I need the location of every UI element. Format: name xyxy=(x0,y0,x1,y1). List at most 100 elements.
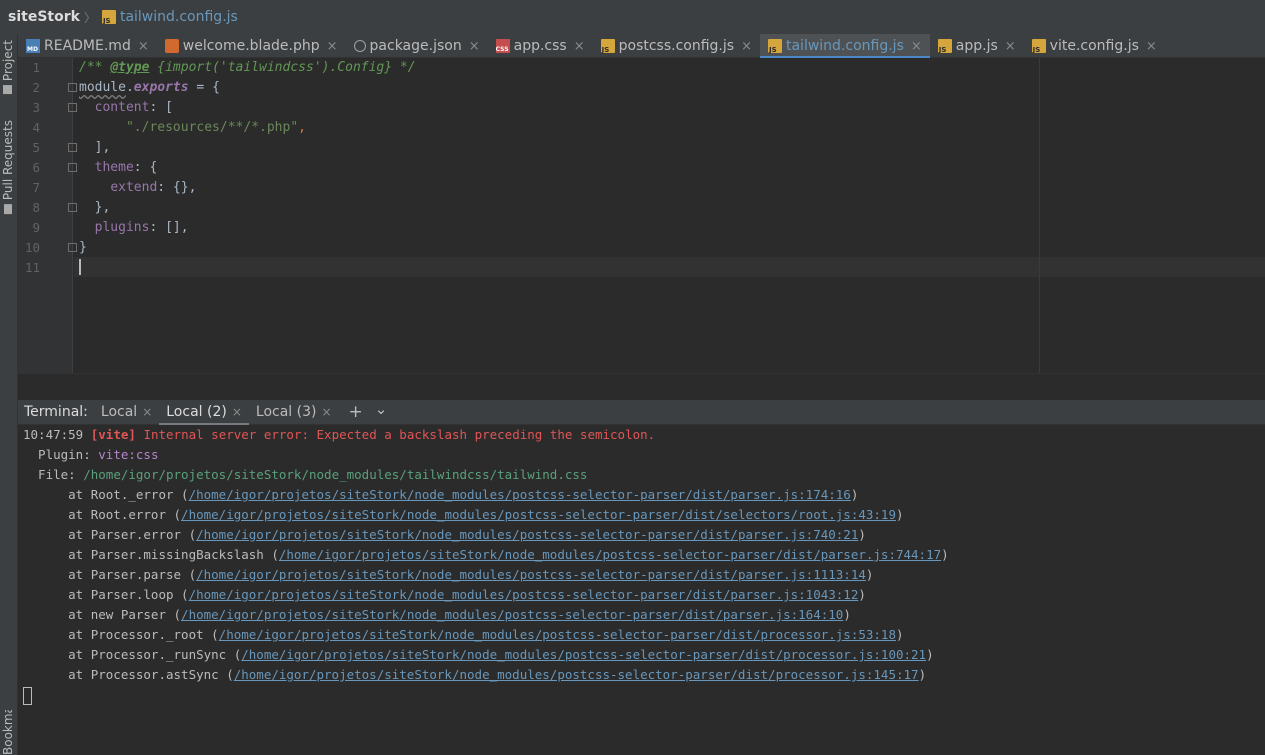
close-icon[interactable]: × xyxy=(911,39,922,54)
add-terminal-button[interactable]: + xyxy=(349,402,363,422)
project-tool-button[interactable]: Project xyxy=(1,40,15,95)
tab-label: package.json xyxy=(369,38,462,54)
breadcrumb-file[interactable]: tailwind.config.js xyxy=(120,9,238,25)
tab-label: postcss.config.js xyxy=(618,38,735,54)
fold-marker-icon[interactable] xyxy=(68,83,77,92)
tab-label: tailwind.config.js xyxy=(785,38,904,54)
code-line: ], xyxy=(94,140,111,155)
pull-request-icon xyxy=(4,204,12,215)
file-link[interactable]: /home/igor/projetos/siteStork/node_modul… xyxy=(279,547,941,562)
file-link[interactable]: /home/igor/projetos/siteStork/node_modul… xyxy=(234,667,919,682)
close-icon[interactable]: × xyxy=(469,39,480,54)
code-line: module.exports = { xyxy=(79,80,220,95)
terminal-line: File: /home/igor/projetos/siteStork/node… xyxy=(23,467,588,482)
line-number: 10 xyxy=(24,240,40,255)
line-number: 1 xyxy=(32,60,40,75)
file-link[interactable]: /home/igor/projetos/siteStork/node_modul… xyxy=(181,507,896,522)
stack-frame: at Processor._runSync (/home/igor/projet… xyxy=(23,647,934,662)
line-number: 5 xyxy=(32,140,40,155)
terminal-output[interactable]: 10:47:59 [vite] Internal server error: E… xyxy=(18,425,1265,755)
breadcrumb-project[interactable]: siteStork xyxy=(8,9,80,25)
folder-icon xyxy=(3,85,13,95)
file-link[interactable]: /home/igor/projetos/siteStork/node_modul… xyxy=(196,567,866,582)
fold-marker-icon[interactable] xyxy=(68,103,77,112)
file-link[interactable]: /home/igor/projetos/siteStork/node_modul… xyxy=(189,487,851,502)
terminal-tab-label: Local (2) xyxy=(166,404,227,420)
line-number: 7 xyxy=(32,180,40,195)
stack-frame: at new Parser (/home/igor/projetos/siteS… xyxy=(23,607,851,622)
file-link[interactable]: /home/igor/projetos/siteStork/node_modul… xyxy=(219,627,896,642)
close-icon[interactable]: × xyxy=(1146,39,1157,54)
tab-label: vite.config.js xyxy=(1049,38,1139,54)
file-link[interactable]: /home/igor/projetos/siteStork/node_modul… xyxy=(189,587,859,602)
file-link[interactable]: /home/igor/projetos/siteStork/node_modul… xyxy=(241,647,926,662)
close-icon[interactable]: × xyxy=(574,39,585,54)
code-line: theme: { xyxy=(94,160,158,175)
fold-marker-icon[interactable] xyxy=(68,203,77,212)
terminal-tab-local-2[interactable]: Local (2) × xyxy=(159,400,249,426)
terminal-tab-local-3[interactable]: Local (3) × xyxy=(249,400,339,425)
stack-frame: at Processor._root (/home/igor/projetos/… xyxy=(23,627,904,642)
code-line: content: [ xyxy=(94,100,173,115)
terminal-line: Plugin: vite:css xyxy=(23,447,159,462)
editor-tab-bar: README.md × welcome.blade.php × package.… xyxy=(18,34,1265,59)
code-line: extend: {}, xyxy=(110,180,197,195)
tab-postcss-config[interactable]: postcss.config.js × xyxy=(593,34,760,58)
stack-frame: at Processor.astSync (/home/igor/projeto… xyxy=(23,667,927,682)
code-line: "./resources/**/*.php", xyxy=(125,120,306,135)
close-icon[interactable]: × xyxy=(321,405,331,419)
close-icon[interactable]: × xyxy=(327,39,338,54)
line-number: 8 xyxy=(32,200,40,215)
pull-requests-tool-button[interactable]: Pull Requests xyxy=(1,120,15,215)
tab-readme[interactable]: README.md × xyxy=(18,34,157,58)
close-icon[interactable]: × xyxy=(142,405,152,419)
fold-marker-icon[interactable] xyxy=(68,163,77,172)
line-number: 4 xyxy=(32,120,40,135)
js-file-icon xyxy=(1031,39,1046,54)
tab-vite-config[interactable]: vite.config.js × xyxy=(1024,34,1165,58)
terminal-tab-label: Local (3) xyxy=(255,404,317,420)
tab-label: welcome.blade.php xyxy=(182,38,320,54)
stack-frame: at Parser.missingBackslash (/home/igor/p… xyxy=(23,547,949,562)
close-icon[interactable]: × xyxy=(232,405,242,419)
line-number: 9 xyxy=(32,220,40,235)
tab-tailwind-config[interactable]: tailwind.config.js × xyxy=(759,34,930,59)
fold-marker-icon[interactable] xyxy=(68,143,77,152)
tab-app-css[interactable]: app.css × xyxy=(488,34,593,58)
panel-splitter[interactable] xyxy=(18,373,1265,400)
code-editor[interactable]: 1 2 3 4 5 6 7 8 9 10 11 /** @type {impor… xyxy=(18,58,1265,373)
fold-marker-icon[interactable] xyxy=(68,243,77,252)
tab-package-json[interactable]: package.json × xyxy=(346,34,488,58)
js-file-icon xyxy=(101,10,116,25)
tab-label: app.css xyxy=(513,38,567,54)
project-tool-label: Project xyxy=(1,40,15,82)
chevron-right-icon: 〉 xyxy=(83,10,96,25)
terminal-tab-local[interactable]: Local × xyxy=(94,400,159,425)
stack-frame: at Root._error (/home/igor/projetos/site… xyxy=(23,487,859,502)
code-line: plugins: [], xyxy=(94,220,189,235)
code-line: } xyxy=(79,240,87,255)
php-file-icon xyxy=(164,39,179,53)
js-file-icon xyxy=(767,39,782,54)
close-icon[interactable]: × xyxy=(741,39,752,54)
js-file-icon xyxy=(937,39,952,54)
file-link[interactable]: /home/igor/projetos/siteStork/node_modul… xyxy=(181,607,843,622)
terminal-tab-bar: Terminal: Local × Local (2) × Local (3) … xyxy=(18,400,1265,426)
close-icon[interactable]: × xyxy=(1005,39,1016,54)
file-link[interactable]: /home/igor/projetos/siteStork/node_modul… xyxy=(196,527,858,542)
left-tool-strip: Project Pull Requests Bookmarks xyxy=(0,34,18,755)
tab-welcome-blade[interactable]: welcome.blade.php × xyxy=(157,34,346,58)
terminal-title: Terminal: xyxy=(24,404,88,420)
js-file-icon xyxy=(600,39,615,54)
close-icon[interactable]: × xyxy=(138,39,149,54)
current-line-highlight xyxy=(74,257,1265,277)
bookmarks-tool-button[interactable]: Bookmarks xyxy=(1,710,15,755)
stack-frame: at Parser.loop (/home/igor/projetos/site… xyxy=(23,587,866,602)
chevron-down-icon[interactable]: ⌄ xyxy=(375,400,388,418)
tab-app-js[interactable]: app.js × xyxy=(930,34,1024,58)
json-file-icon xyxy=(353,40,366,52)
stack-frame: at Parser.parse (/home/igor/projetos/sit… xyxy=(23,567,874,582)
terminal-line: 10:47:59 [vite] Internal server error: E… xyxy=(23,427,656,442)
stack-frame: at Root.error (/home/igor/projetos/siteS… xyxy=(23,507,904,522)
terminal-cursor xyxy=(23,687,32,705)
